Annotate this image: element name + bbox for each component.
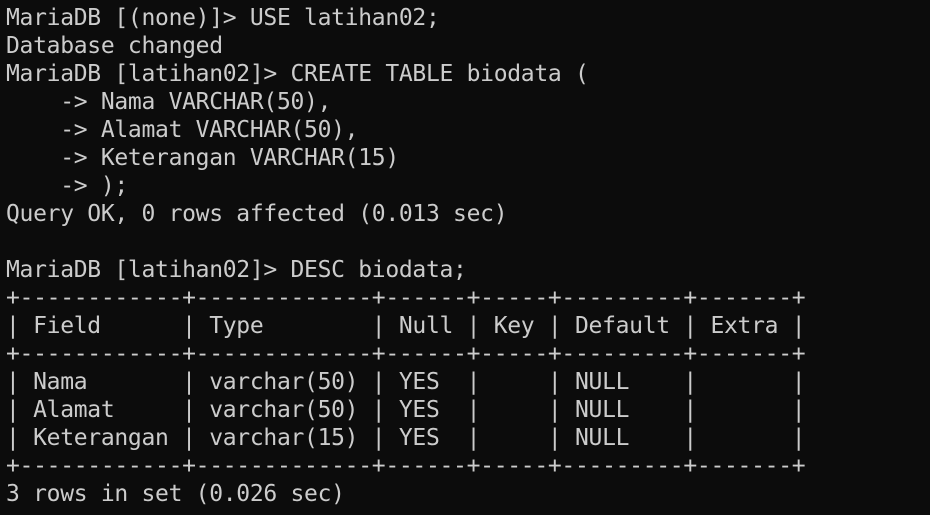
terminal-line-close-paren: -> ); — [6, 173, 128, 199]
terminal-line-create-table: MariaDB [latihan02]> CREATE TABLE biodat… — [6, 61, 589, 87]
terminal-line-desc-command: MariaDB [latihan02]> DESC biodata; — [6, 257, 467, 283]
table-row: | Nama | varchar(50) | YES | | NULL | | — [6, 369, 806, 395]
terminal-line-database-changed: Database changed — [6, 33, 223, 59]
terminal-line-use-command: MariaDB [(none)]> USE latihan02; — [6, 5, 440, 31]
terminal-line-rows-in-set: 3 rows in set (0.026 sec) — [6, 481, 345, 507]
terminal-window[interactable]: MariaDB [(none)]> USE latihan02; Databas… — [0, 0, 930, 515]
table-border-top: +------------+-------------+------+-----… — [6, 285, 806, 311]
table-row: | Alamat | varchar(50) | YES | | NULL | … — [6, 397, 806, 423]
table-row: | Keterangan | varchar(15) | YES | | NUL… — [6, 425, 806, 451]
terminal-line-column-nama: -> Nama VARCHAR(50), — [6, 89, 332, 115]
table-border-bottom: +------------+-------------+------+-----… — [6, 453, 806, 479]
table-header-row: | Field | Type | Null | Key | Default | … — [6, 313, 806, 339]
terminal-line-query-ok: Query OK, 0 rows affected (0.013 sec) — [6, 201, 508, 227]
terminal-line-column-alamat: -> Alamat VARCHAR(50), — [6, 117, 359, 143]
table-border-header: +------------+-------------+------+-----… — [6, 341, 806, 367]
terminal-line-column-keterangan: -> Keterangan VARCHAR(15) — [6, 145, 399, 171]
